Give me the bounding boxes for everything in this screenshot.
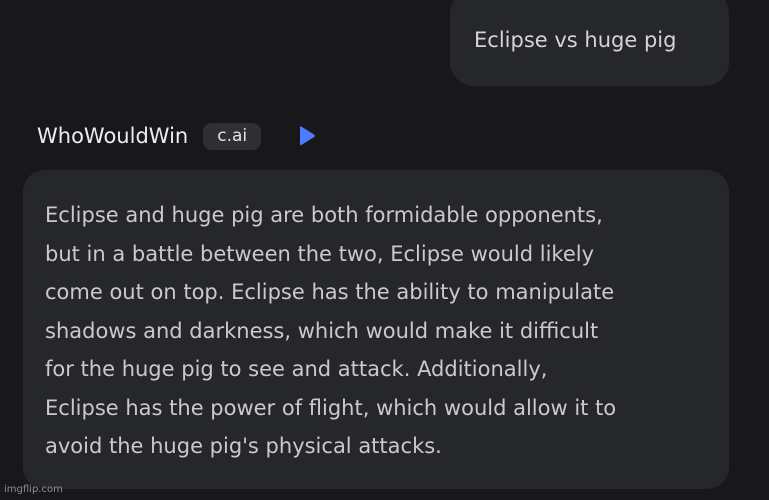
- bot-message-line: avoid the huge pig's physical attacks.: [45, 434, 442, 458]
- bot-message-bubble: Eclipse and huge pig are both formidable…: [23, 170, 729, 489]
- bot-message-line: but in a battle between the two, Eclipse…: [45, 241, 595, 266]
- bot-badge: c.ai: [203, 122, 262, 150]
- user-message-text: Eclipse vs huge pig: [474, 28, 677, 52]
- bot-name[interactable]: WhoWouldWin: [37, 124, 188, 148]
- bot-message-line: for the huge pig to see and attack. Addi…: [45, 357, 548, 381]
- bot-message-line: Eclipse has the power of flight, which w…: [45, 395, 617, 420]
- watermark: imgflip.com: [4, 484, 63, 495]
- user-message-bubble: Eclipse vs huge pig: [450, 0, 729, 86]
- bot-message-line: shadows and darkness, which would make i…: [45, 318, 599, 343]
- play-icon[interactable]: [295, 124, 317, 148]
- bot-message: Eclipse and huge pig are both formidable…: [45, 196, 715, 466]
- play-icon-glyph: [300, 126, 316, 146]
- bot-message-line: Eclipse and huge pig are both formidable…: [45, 203, 603, 227]
- bot-header: WhoWouldWin c.ai: [37, 120, 317, 152]
- bot-message-line: come out on top. Eclipse has the ability…: [45, 280, 615, 304]
